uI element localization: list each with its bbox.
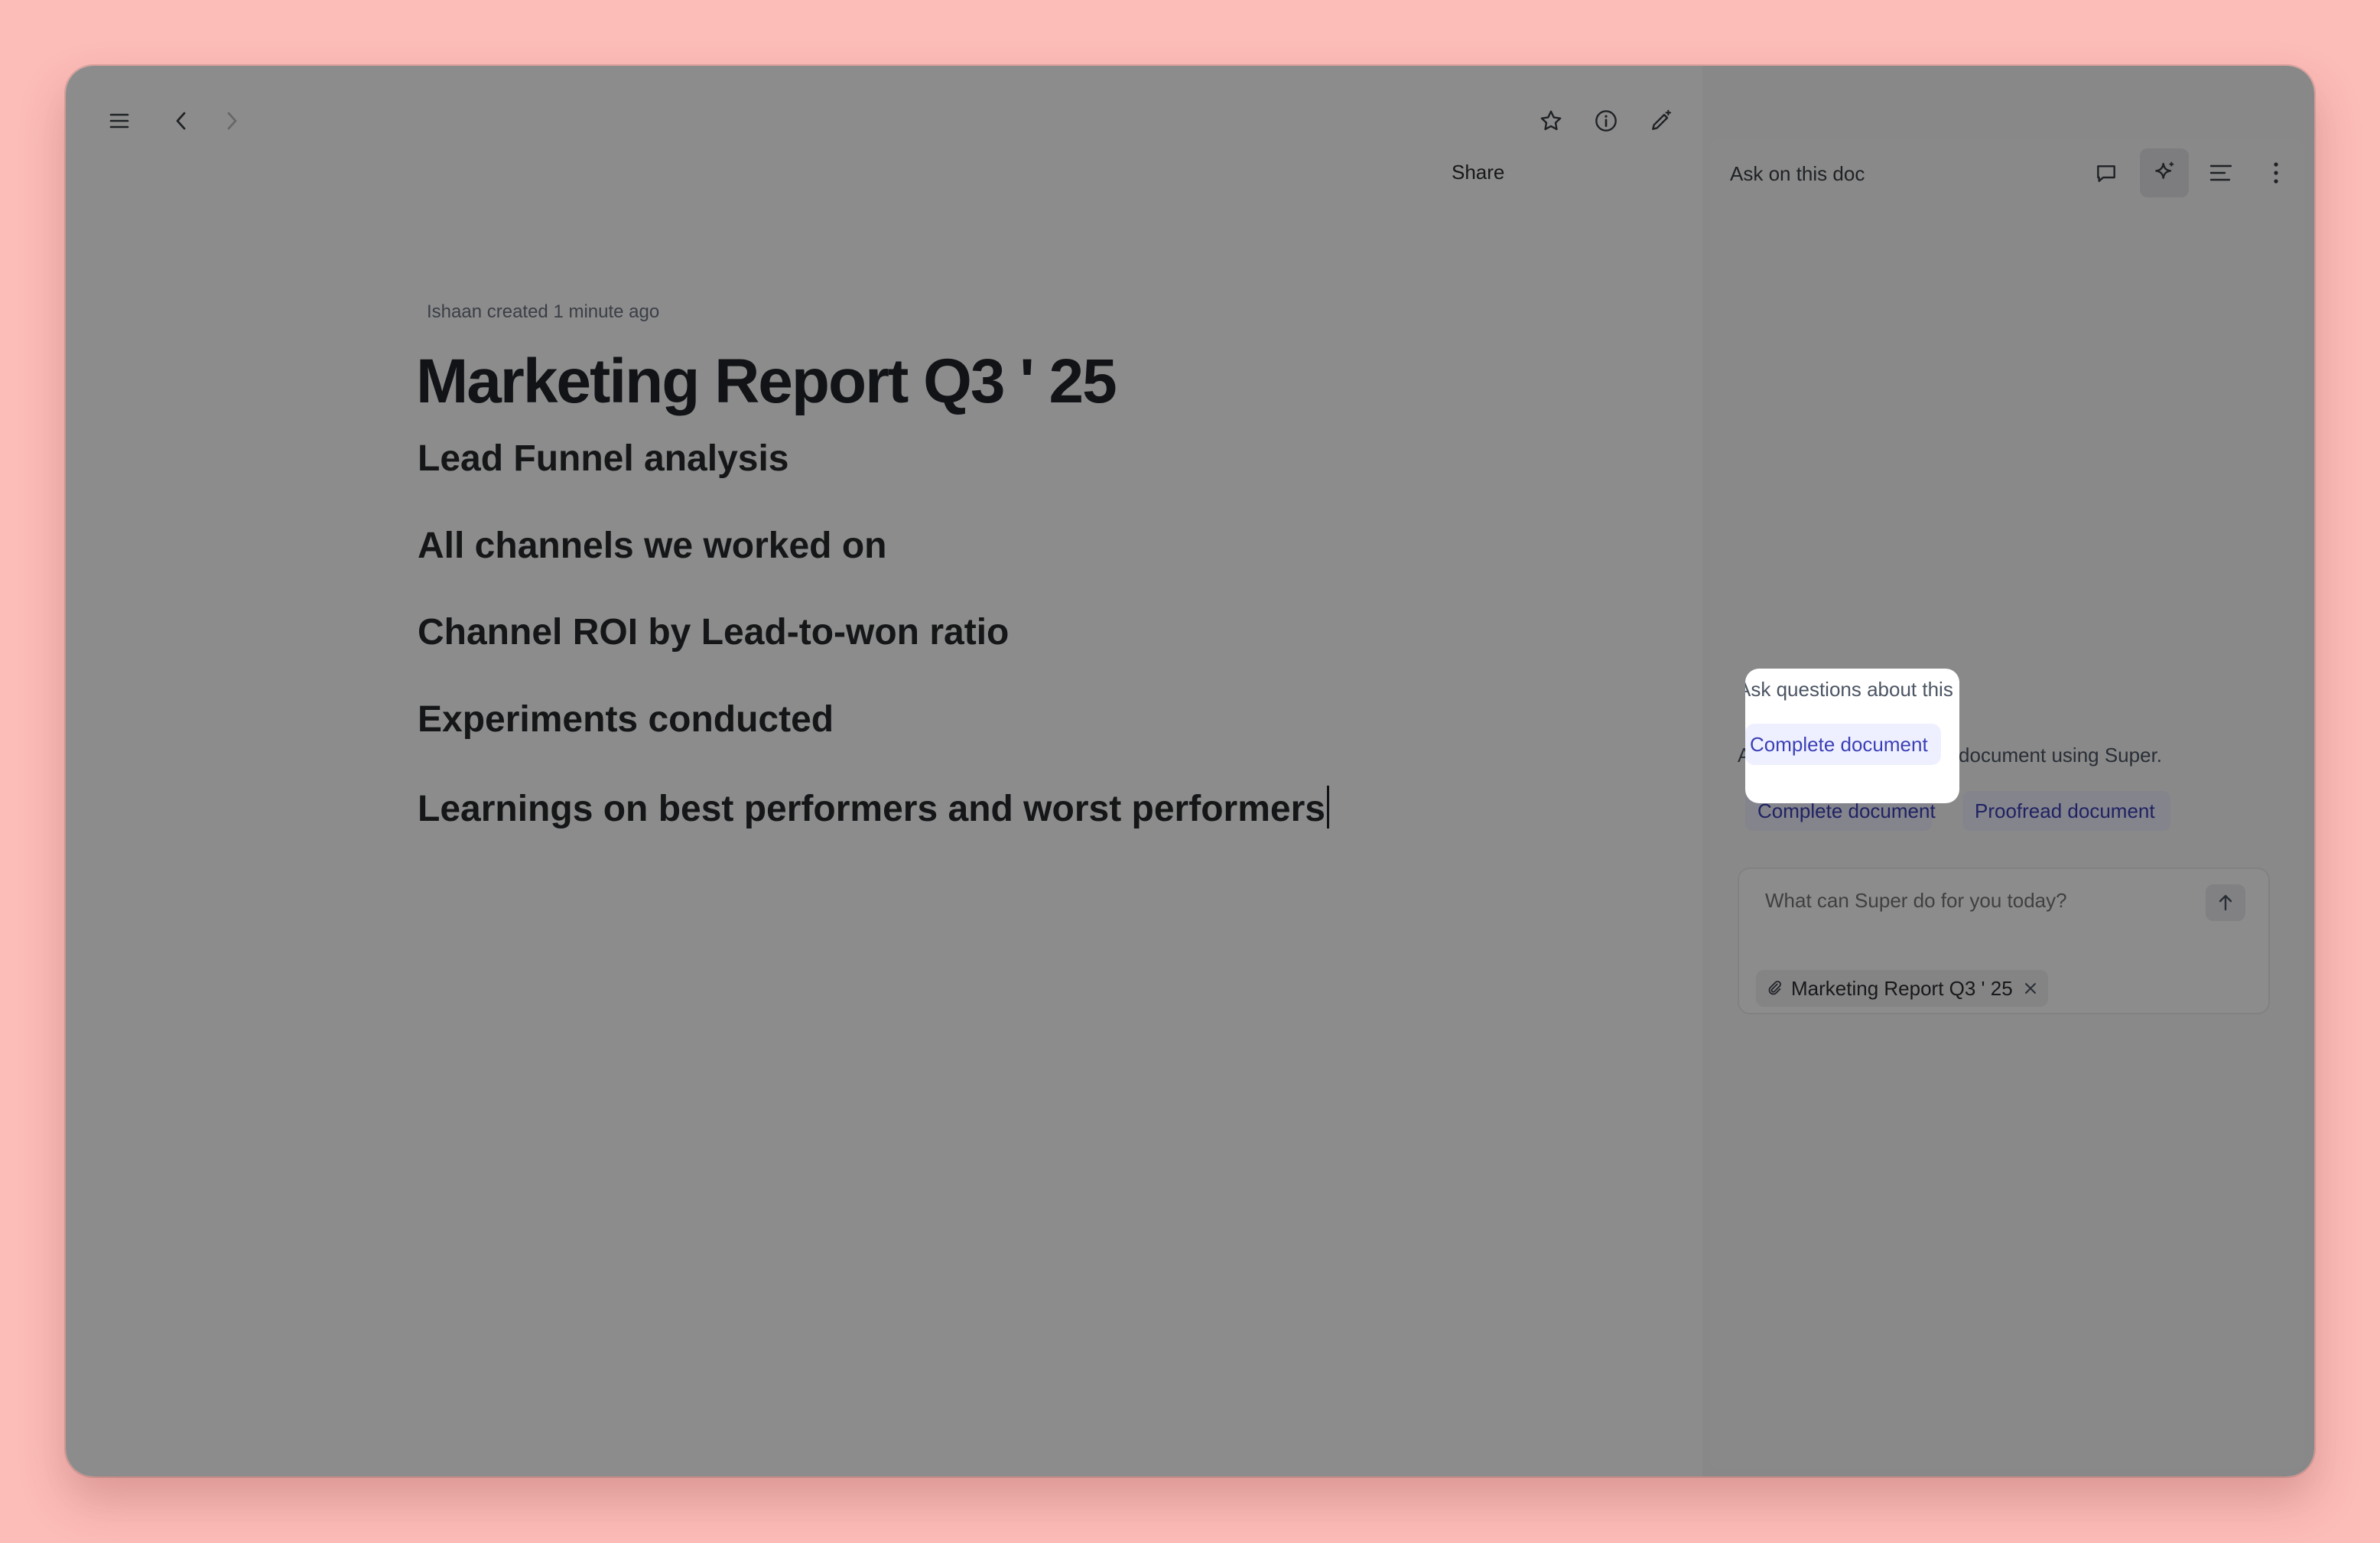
attachment-label: Marketing Report Q3 ' 25 [1791,976,2013,1000]
document-meta: Ishaan created 1 minute ago [427,301,660,322]
chevron-left-icon[interactable] [156,99,205,142]
heading-experiments[interactable]: Experiments conducted [418,698,834,741]
assistant-input[interactable] [1765,889,2193,913]
heading-channels[interactable]: All channels we worked on [418,525,886,567]
sparkle-icon[interactable] [2140,148,2189,197]
heading-learnings[interactable]: Learnings on best performers and worst p… [418,786,1329,830]
heading-channel-roi[interactable]: Channel ROI by Lead-to-won ratio [418,611,1009,653]
paperclip-icon [1767,979,1783,998]
close-icon[interactable] [2024,981,2037,995]
comment-icon[interactable] [2082,148,2131,197]
text-cursor [1326,786,1329,828]
chevron-right-icon[interactable] [208,99,257,142]
arrow-up-icon[interactable] [2206,884,2245,921]
heading-lead-funnel[interactable]: Lead Funnel analysis [418,438,788,480]
document-area: Share Ishaan created 1 minute ago Market… [66,66,1702,1476]
app-window: Share Ishaan created 1 minute ago Market… [66,66,2314,1476]
menu-icon[interactable] [95,99,144,142]
highlight-spotlight: Ask questions about this document using … [1745,669,1959,803]
outline-icon[interactable] [2196,148,2245,197]
panel-title: Ask on this doc [1730,162,1865,185]
proofread-document-chip[interactable]: Proofread document [1962,791,2170,831]
info-icon[interactable] [1582,96,1631,145]
attachment-chip: Marketing Report Q3 ' 25 [1756,970,2048,1007]
spotlight-hint-text: Ask questions about this document using … [1745,678,1959,701]
spotlight-complete-document-chip[interactable]: Complete document [1745,724,1941,765]
star-icon[interactable] [1527,96,1575,145]
heading-learnings-text: Learnings on best performers and worst p… [418,789,1325,829]
more-vertical-icon[interactable] [2252,148,2300,197]
edit-sparkle-icon[interactable] [1637,96,1686,145]
share-button[interactable]: Share [1452,161,1504,184]
assistant-composer: Marketing Report Q3 ' 25 [1738,868,2270,1014]
document-title[interactable]: Marketing Report Q3 ' 25 [416,346,1117,418]
